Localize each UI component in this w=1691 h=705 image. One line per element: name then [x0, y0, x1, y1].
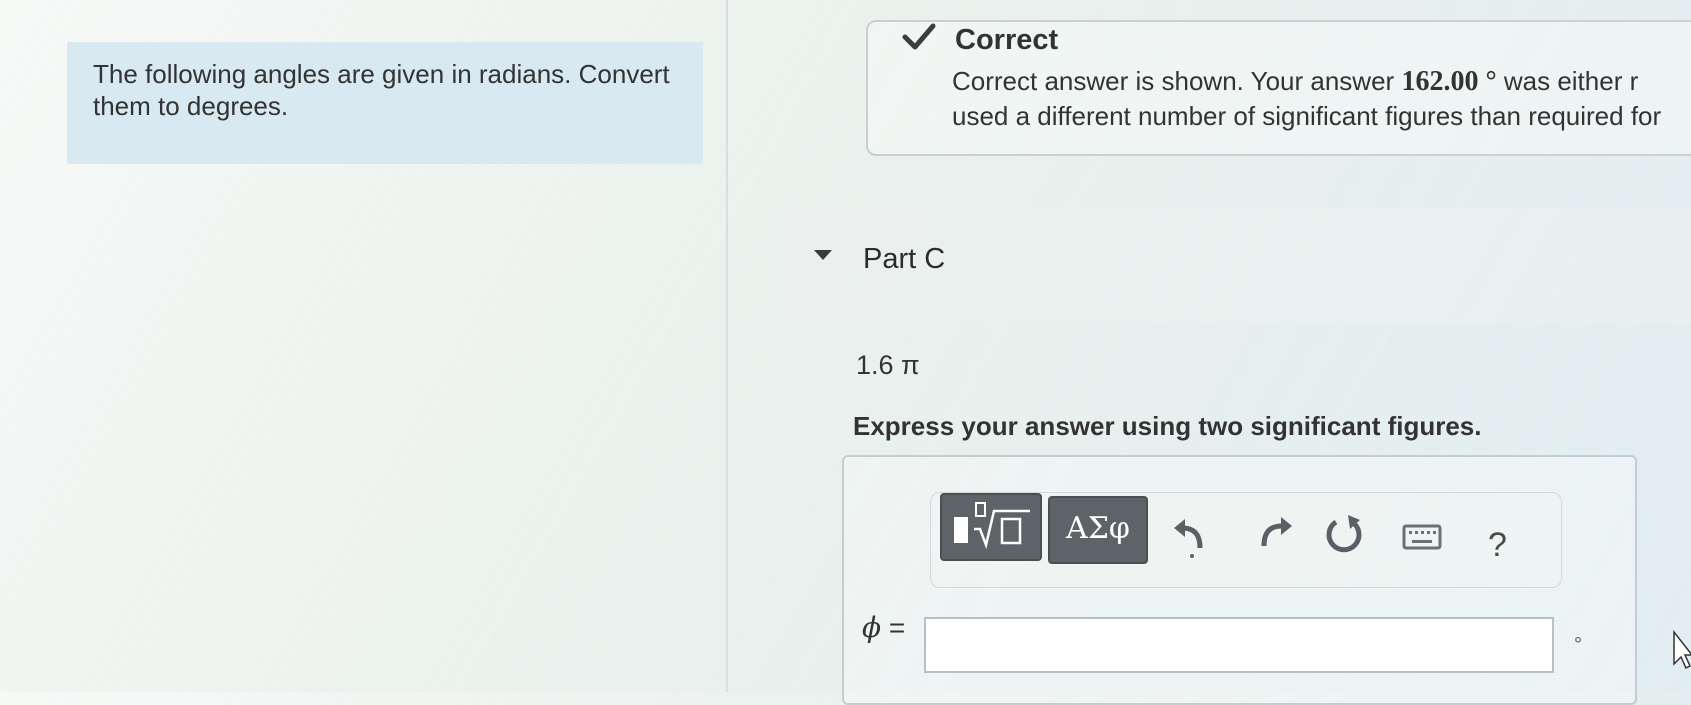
problem-value: 1.6 π	[856, 350, 920, 380]
checkmark-icon	[902, 23, 936, 50]
feedback-line1-prefix: Correct answer is shown. Your answer	[952, 66, 1402, 96]
problem-intro-text: The following angles are given in radian…	[93, 59, 670, 121]
answer-variable: ϕ	[862, 611, 882, 644]
feedback-line1-suffix: was either r	[1496, 66, 1639, 96]
undo-icon[interactable]	[1170, 514, 1214, 558]
help-button[interactable]: ?	[1488, 526, 1507, 565]
feedback-title: Correct	[955, 24, 1059, 56]
problem-intro: The following angles are given in radian…	[67, 42, 703, 164]
templates-button[interactable]	[940, 493, 1042, 561]
reset-icon[interactable]	[1322, 512, 1366, 556]
keyboard-icon[interactable]	[1402, 516, 1442, 556]
templates-radical-icon	[954, 502, 1030, 550]
part-title[interactable]: Part C	[863, 243, 945, 276]
redo-icon[interactable]	[1252, 512, 1296, 556]
symbols-button[interactable]: ΑΣφ	[1048, 496, 1148, 564]
answer-instructions: Express your answer using two significan…	[853, 411, 1482, 441]
column-divider	[726, 0, 728, 692]
feedback-message: Correct answer is shown. Your answer 162…	[952, 64, 1691, 133]
answer-variable-label: ϕ =	[862, 611, 905, 644]
mouse-cursor-icon	[1673, 630, 1691, 670]
feedback-answer-unit: °	[1478, 66, 1497, 97]
feedback-submitted-answer: 162.00	[1401, 66, 1479, 97]
answer-unit: °	[1574, 634, 1582, 656]
answer-input[interactable]	[924, 617, 1554, 673]
answer-equals: =	[881, 612, 906, 643]
collapse-toggle-icon[interactable]	[814, 250, 832, 260]
feedback-line2: used a different number of significant f…	[952, 101, 1662, 131]
